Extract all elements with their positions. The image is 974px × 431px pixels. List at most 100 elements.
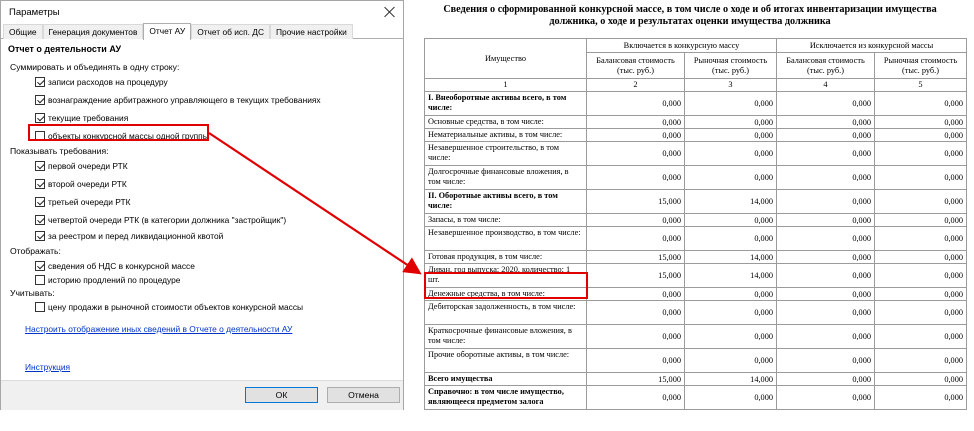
column-number-row: 1 2 3 4 5 — [424, 78, 967, 92]
checkbox-expense-records[interactable]: записи расходов на процедуру — [35, 77, 168, 87]
checkbox-current-claims[interactable]: текущие требования — [35, 113, 128, 123]
group-label-show-claims: Показывать требования: — [10, 146, 109, 156]
row-value: 0,000 — [776, 141, 875, 166]
table-row: Запасы, в том числе: 0,000 0,000 0,000 0,000 — [424, 213, 967, 227]
checkbox-icon[interactable] — [35, 275, 45, 285]
checkbox-icon[interactable] — [35, 302, 45, 312]
row-value: 0,000 — [776, 250, 875, 264]
row-value: 14,000 — [684, 263, 777, 288]
ok-button[interactable]: ОК — [245, 387, 318, 403]
row-value: 0,000 — [776, 287, 875, 301]
table-header-row: Имущество Включается в конкурсную массу … — [424, 37, 967, 79]
row-property-name: Справочно: в том числе имущество, являющ… — [424, 385, 587, 410]
row-value: 0,000 — [586, 300, 685, 325]
header-balance-excluded: Балансовая стоимость (тыс. руб.) — [776, 52, 875, 79]
row-value: 0,000 — [776, 115, 875, 129]
table-row: Незавершенное производство, в том числе:… — [424, 226, 967, 251]
header-excluded: Исключается из конкурсной массы — [776, 37, 967, 54]
table-row: Незавершенное строительство, в том числе… — [424, 141, 967, 166]
row-value: 15,000 — [586, 189, 685, 214]
row-value: 0,000 — [684, 91, 777, 116]
checkbox-manager-fee[interactable]: вознаграждение арбитражного управляющего… — [35, 95, 321, 105]
row-value: 0,000 — [586, 226, 685, 251]
row-value: 0,000 — [874, 324, 967, 349]
header-balance-included: Балансовая стоимость (тыс. руб.) — [586, 52, 685, 79]
checkbox-icon[interactable] — [35, 95, 45, 105]
dialog-title: Параметры — [9, 6, 60, 18]
checkbox-rtk-third[interactable]: третьей очереди РТК — [35, 197, 130, 207]
tab-funds-report[interactable]: Отчет об исп. ДС — [191, 24, 271, 39]
close-icon[interactable] — [383, 5, 397, 19]
row-value: 0,000 — [874, 165, 967, 190]
column-number: 5 — [874, 78, 967, 92]
tab-other-settings[interactable]: Прочие настройки — [270, 24, 353, 39]
checkbox-rtk-first[interactable]: первой очереди РТК — [35, 161, 128, 171]
table-row: Прочие оборотные активы, в том числе: 0,0… — [424, 348, 967, 373]
row-value: 0,000 — [874, 250, 967, 264]
checkbox-icon[interactable] — [35, 113, 45, 123]
row-value: 0,000 — [874, 213, 967, 227]
row-property-name: Прочие оборотные активы, в том числе: — [424, 348, 587, 373]
row-value: 0,000 — [776, 324, 875, 349]
row-property-name: Основные средства, в том числе: — [424, 115, 587, 129]
row-value: 0,000 — [776, 300, 875, 325]
checkbox-label: вознаграждение арбитражного управляющего… — [48, 95, 321, 105]
checkbox-icon[interactable] — [35, 77, 45, 87]
tab-au-report[interactable]: Отчет АУ — [143, 23, 192, 40]
checkbox-sale-price[interactable]: цену продажи в рыночной стоимости объект… — [35, 302, 303, 312]
checkbox-icon[interactable] — [35, 197, 45, 207]
tab-general[interactable]: Общие — [3, 24, 43, 39]
checkbox-beyond-registry[interactable]: за реестром и перед ликвидационной квото… — [35, 231, 223, 241]
row-value: 0,000 — [684, 128, 777, 142]
row-value: 0,000 — [874, 372, 967, 386]
row-property-name: I. Внеоборотные активы всего, в том числ… — [424, 91, 587, 116]
row-property-name: Всего имущества — [424, 372, 587, 386]
table-row: II. Оборотные активы всего, в том числе:… — [424, 189, 967, 214]
row-property-name: Дебиторская задолженность, в том числе: — [424, 300, 587, 325]
checkbox-label: цену продажи в рыночной стоимости объект… — [48, 302, 304, 312]
group-label-consider: Учитывать: — [10, 288, 55, 298]
row-value: 0,000 — [874, 91, 967, 116]
parameters-dialog: Параметры Общие Генерация документов Отч… — [0, 0, 404, 410]
row-value: 0,000 — [586, 348, 685, 373]
checkbox-label: сведения об НДС в конкурсной массе — [48, 261, 195, 271]
checkbox-icon[interactable] — [35, 179, 45, 189]
row-value: 0,000 — [684, 213, 777, 227]
configure-report-link[interactable]: Настроить отображение иных сведений в От… — [25, 324, 292, 334]
row-property-name: Краткосрочные финансовые вложения, в том… — [424, 324, 587, 349]
row-value: 0,000 — [776, 128, 875, 142]
tab-document-generation[interactable]: Генерация документов — [42, 24, 144, 39]
checkbox-rtk-fourth[interactable]: четвертой очереди РТК (в категории должн… — [35, 215, 286, 225]
checkbox-rtk-second[interactable]: второй очереди РТК — [35, 179, 127, 189]
highlight-box-row — [424, 272, 588, 299]
table-row: Справочно: в том числе имущество, являющ… — [424, 385, 967, 410]
table-row: Всего имущества 15,000 14,000 0,000 0,000 — [424, 372, 967, 386]
dialog-titlebar: Параметры — [1, 1, 403, 23]
checkbox-icon[interactable] — [35, 261, 45, 271]
row-value: 0,000 — [684, 300, 777, 325]
checkbox-icon[interactable] — [35, 231, 45, 241]
row-value: 0,000 — [684, 165, 777, 190]
column-number: 1 — [424, 78, 587, 92]
row-property-name: Незавершенное строительство, в том числе… — [424, 141, 587, 166]
row-value: 0,000 — [874, 115, 967, 129]
row-property-name: Незавершенное производство, в том числе: — [424, 226, 587, 251]
header-market-excluded: Рыночная стоимость (тыс. руб.) — [874, 52, 967, 79]
checkbox-extension-history[interactable]: историю продлений по процедуре — [35, 275, 180, 285]
row-value: 0,000 — [874, 300, 967, 325]
cancel-button[interactable]: Отмена — [327, 387, 400, 403]
row-value: 0,000 — [874, 141, 967, 166]
checkbox-vat-info[interactable]: сведения об НДС в конкурсной массе — [35, 261, 195, 271]
row-value: 14,000 — [684, 372, 777, 386]
row-value: 0,000 — [586, 165, 685, 190]
row-value: 0,000 — [586, 115, 685, 129]
row-property-name: Готовая продукция, в том числе: — [424, 250, 587, 264]
row-value: 0,000 — [586, 324, 685, 349]
checkbox-icon[interactable] — [35, 161, 45, 171]
estate-table: Имущество Включается в конкурсную массу … — [424, 37, 967, 410]
instruction-link[interactable]: Инструкция — [25, 362, 70, 372]
column-number: 3 — [684, 78, 777, 92]
checkbox-icon[interactable] — [35, 215, 45, 225]
row-value: 0,000 — [874, 128, 967, 142]
row-value: 14,000 — [684, 250, 777, 264]
